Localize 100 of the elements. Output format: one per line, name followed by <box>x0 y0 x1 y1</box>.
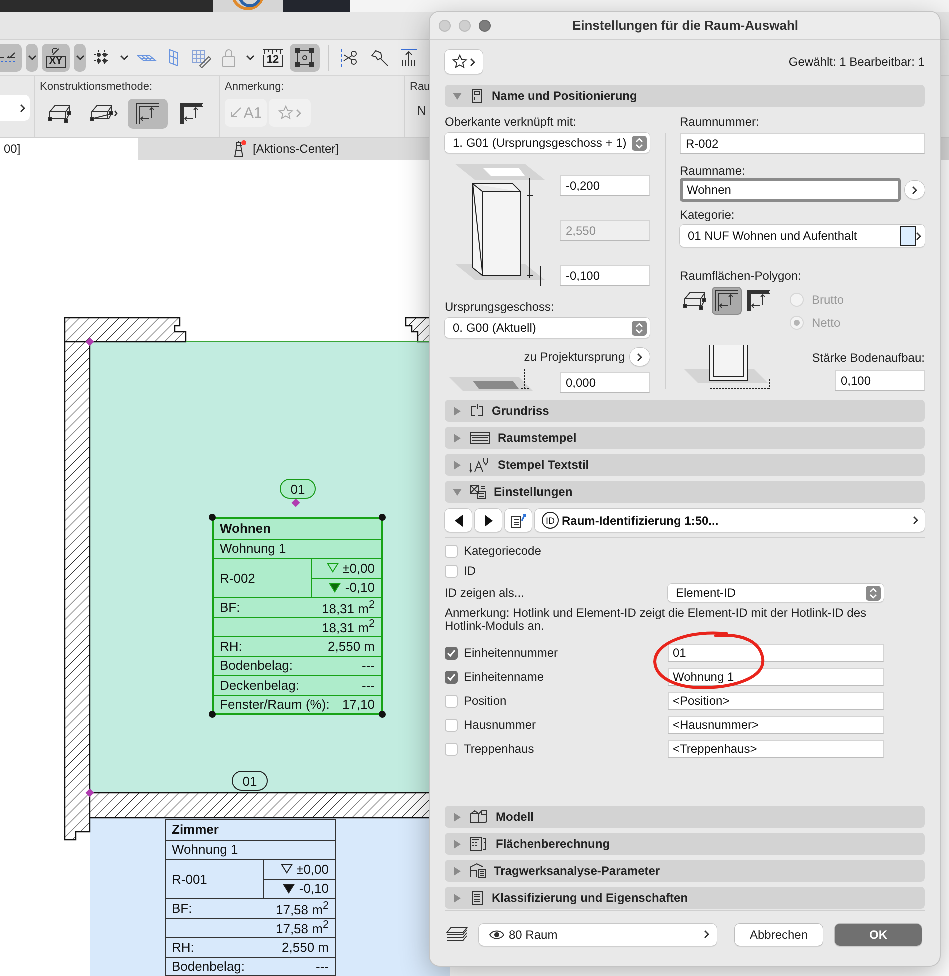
previous-button[interactable] <box>445 509 472 532</box>
document-icon <box>469 890 485 906</box>
room-name-field[interactable]: Wohnen <box>680 178 901 202</box>
checkbox[interactable] <box>445 718 458 732</box>
stepper-icon <box>866 586 881 600</box>
stamp-label: Fenster/Raum (%): <box>220 696 330 712</box>
section-header[interactable]: Name und Positionierung <box>445 85 925 107</box>
text-field[interactable]: <Hausnummer> <box>668 716 884 734</box>
checkbox[interactable] <box>445 670 458 684</box>
project-origin-field[interactable]: 0,000 <box>560 372 650 393</box>
stamp-label: BF: <box>220 600 240 615</box>
stamp-value: 2,550 m <box>282 940 329 955</box>
chevron-icon <box>912 186 918 194</box>
stamp-room-number: R-001 <box>172 872 208 886</box>
handle-icon[interactable] <box>379 710 386 718</box>
section-header[interactable]: Tragwerksanalyse-Parameter <box>445 860 925 882</box>
floor-plan-icon <box>469 403 485 419</box>
stamp-label: Bodenbelag: <box>220 658 294 674</box>
category-color-swatch <box>900 226 916 246</box>
layer-popup[interactable]: 80 Raum <box>479 924 717 946</box>
top-offset-field[interactable]: -0,200 <box>560 175 650 196</box>
text-field[interactable]: Wohnung 1 <box>668 668 884 686</box>
section-label: Anmerkung: <box>225 81 286 93</box>
id-display-select[interactable]: Element-ID <box>668 584 884 602</box>
field-label: Raumname: <box>680 164 746 178</box>
checkbox[interactable] <box>445 742 458 756</box>
floor-thickness-field[interactable]: 0,100 <box>835 370 925 391</box>
text-field[interactable]: <Position> <box>668 692 884 710</box>
input-field[interactable] <box>0 95 30 121</box>
preset-popup[interactable]: ID Raum-Identifizierung 1:50... <box>535 509 925 532</box>
unit-marker[interactable]: 01 <box>280 479 316 499</box>
section-header[interactable]: Stempel Textstil <box>445 454 925 476</box>
toolbar-button[interactable] <box>0 44 22 72</box>
section-header[interactable]: Flächenberechnung <box>445 833 925 855</box>
chevron-button[interactable] <box>905 181 925 199</box>
section-header[interactable]: Einstellungen <box>445 481 925 503</box>
checkbox-label: Hausnummer <box>464 718 536 732</box>
chevron-icon <box>20 104 26 112</box>
checkbox[interactable] <box>445 694 458 708</box>
section-header[interactable]: Raumstempel <box>445 427 925 449</box>
room-stamp[interactable]: Zimmer Wohnung 1 R-001 ±0,00 -0,10 BF: 17,58 m$^{2}$ 17,58 m$^{2}$ RH: 2,550 m Bodenbelag: --- <box>165 819 336 976</box>
magic-wand-icon <box>370 48 390 68</box>
app-icon[interactable] <box>213 0 283 12</box>
export-button[interactable] <box>505 509 532 532</box>
stamp-level: -0,10 <box>299 881 329 896</box>
top-link-select[interactable]: 1. G01 (Ursprungsgeschoss + 1) <box>445 133 650 153</box>
handle-icon[interactable] <box>209 514 216 521</box>
id-badge-icon: ID <box>542 512 559 529</box>
toolbar-button[interactable] <box>290 44 320 72</box>
next-button[interactable] <box>475 509 502 532</box>
checkbox[interactable] <box>445 646 458 660</box>
stamp-label: BF: <box>172 900 192 916</box>
selection-box-icon <box>295 48 315 68</box>
category-select[interactable]: 01 NUF Wohnen und Aufenthalt <box>680 225 925 247</box>
list-arrow-icon <box>510 512 528 530</box>
stamp-unit-name: Wohnung 1 <box>220 541 286 556</box>
cubes-icon <box>469 809 489 825</box>
section-header[interactable]: Klassifizierung und Eigenschaften <box>445 887 925 909</box>
stamp-label: Deckenbelag: <box>220 678 300 693</box>
unit-marker[interactable]: 01 <box>232 771 268 791</box>
checkbox[interactable] <box>445 544 458 558</box>
dialog-title: Einstellungen für die Raum-Auswahl <box>571 18 800 33</box>
construction-method-button[interactable] <box>128 99 168 129</box>
field-label: Ursprungsgeschoss: <box>445 300 556 314</box>
stamp-value: 18,31 m$^{2}$ <box>322 598 375 616</box>
cancel-button[interactable]: Abbrechen <box>735 924 823 946</box>
section-header[interactable]: Modell <box>445 806 925 828</box>
ruler-button[interactable]: 12 <box>260 44 286 72</box>
home-story-select[interactable]: 0. G00 (Aktuell) <box>445 318 650 338</box>
field-label: Stärke Bodenaufbau: <box>812 351 925 365</box>
favorites-button[interactable] <box>445 50 483 74</box>
text-field[interactable]: <Treppenhaus> <box>668 740 884 758</box>
checkbox-label: Position <box>464 694 507 708</box>
bottom-offset-field[interactable]: -0,100 <box>560 265 650 286</box>
chevron-button[interactable] <box>630 348 650 366</box>
handle-icon[interactable] <box>379 514 386 521</box>
section-header[interactable]: Grundriss <box>445 400 925 422</box>
stamp-value: 17,58 m$^{2}$ <box>276 900 329 917</box>
field-label: Oberkante verknüpft mit: <box>445 115 578 129</box>
handle-icon[interactable] <box>86 338 94 346</box>
stamp-room-name: Zimmer <box>172 822 219 838</box>
room-number-field[interactable]: R-002 <box>680 133 925 154</box>
room-stamp[interactable]: Wohnen Wohnung 1 R-002 ±0,00 -0,10 BF: 18,31 m$^{2}$ 18,31 m$^{2}$ RH: 2,550 m Bodenbelag: --- Deckenbelag: --- Fenster/Raum (%): 17,10 <box>212 517 383 714</box>
window-control[interactable] <box>479 20 491 32</box>
dropdown-button[interactable] <box>74 44 86 72</box>
checkbox-label: Treppenhaus <box>464 742 534 756</box>
polygon-mode-button[interactable] <box>712 287 742 315</box>
text-field[interactable]: 01 <box>668 644 884 662</box>
chevron-icon <box>913 516 919 525</box>
stepper-icon <box>632 320 647 336</box>
checkbox[interactable] <box>445 564 458 578</box>
xy-coordinate-button[interactable]: XY <box>42 44 70 72</box>
view-tab[interactable]: 00] <box>0 138 138 160</box>
dropdown-button[interactable] <box>26 44 38 72</box>
room-fill[interactable] <box>90 818 450 976</box>
handle-icon[interactable] <box>209 710 216 718</box>
layers-icon <box>445 926 469 944</box>
checkbox-label: ID <box>464 564 476 578</box>
ok-button[interactable]: OK <box>835 924 922 946</box>
eye-icon <box>489 930 505 940</box>
